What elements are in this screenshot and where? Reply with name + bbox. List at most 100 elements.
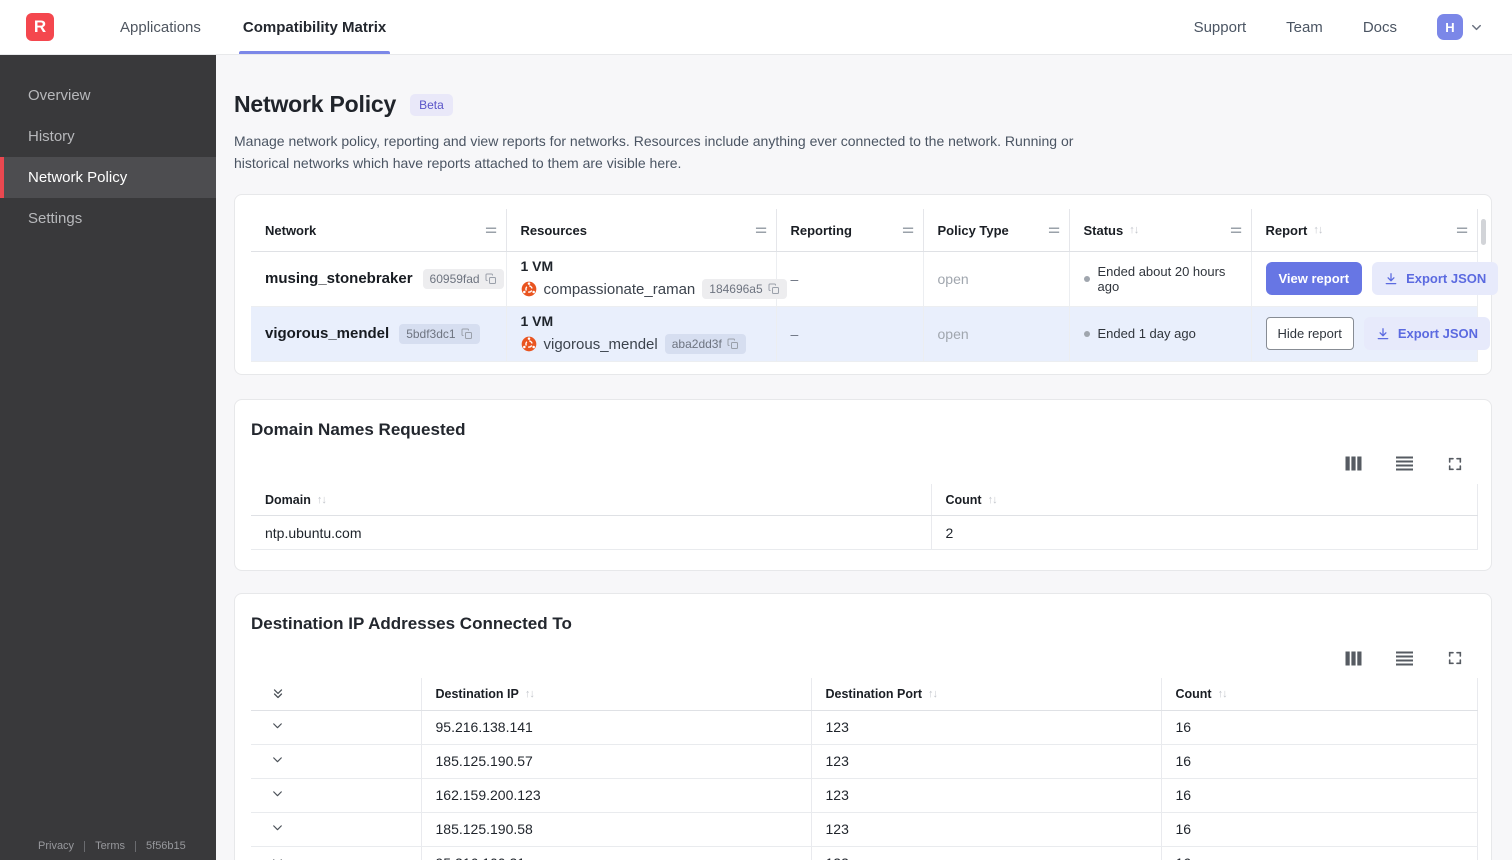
col-header-policy-type[interactable]: Policy Type = — [923, 209, 1070, 252]
sort-icon[interactable]: ↑↓ — [988, 494, 998, 506]
vm-hash-badge: aba2dd3f — [664, 334, 746, 355]
expand-row-chevron-icon[interactable] — [265, 753, 284, 766]
col-header-reporting[interactable]: Reporting = — [776, 209, 924, 252]
export-json-button[interactable]: Export JSON — [1363, 317, 1490, 351]
sidebar-item-network-policy[interactable]: Network Policy — [0, 157, 216, 198]
status-dot — [1083, 275, 1090, 282]
table-scrollbar[interactable] — [1481, 219, 1486, 246]
copy-icon[interactable] — [768, 283, 780, 295]
col-header-report[interactable]: Report ↑↓ = — [1251, 209, 1478, 252]
drag-handle-icon[interactable]: = — [902, 222, 914, 238]
domains-toolbar — [251, 456, 1475, 472]
drag-handle-icon[interactable]: = — [485, 222, 497, 238]
double-chevron-down-icon[interactable] — [265, 687, 285, 701]
hash-text: aba2dd3f — [671, 337, 722, 352]
drag-handle-icon[interactable]: = — [755, 222, 767, 238]
column-label: Domain — [265, 492, 311, 507]
hide-report-button[interactable]: Hide report — [1265, 317, 1354, 351]
col-header-count[interactable]: Count ↑↓ — [1161, 678, 1478, 711]
expand-row-chevron-icon[interactable] — [265, 855, 284, 860]
expand-row-chevron-icon[interactable] — [265, 787, 284, 800]
destinations-toolbar — [251, 650, 1475, 666]
drag-handle-icon[interactable]: = — [1048, 222, 1060, 238]
column-label: Status — [1083, 222, 1124, 238]
export-json-button[interactable]: Export JSON — [1372, 262, 1499, 296]
fullscreen-icon[interactable] — [1447, 456, 1463, 472]
team-link[interactable]: Team — [1286, 19, 1323, 36]
terms-link[interactable]: Terms — [95, 840, 125, 852]
tab-compatibility-matrix[interactable]: Compatibility Matrix — [238, 0, 391, 54]
expand-row-chevron-icon[interactable] — [265, 821, 284, 834]
footer-divider — [135, 840, 137, 852]
docs-link[interactable]: Docs — [1363, 19, 1397, 36]
sidebar: Overview History Network Policy Settings… — [0, 55, 216, 860]
app-logo[interactable]: R — [26, 13, 54, 41]
view-report-button[interactable]: View report — [1265, 262, 1363, 296]
privacy-link[interactable]: Privacy — [38, 840, 74, 852]
destination-port-value: 123 — [811, 710, 1162, 745]
destination-row[interactable]: 95.216.100.21 123 16 — [251, 846, 1478, 860]
sidebar-item-history[interactable]: History — [0, 116, 216, 157]
sort-icon[interactable]: ↑↓ — [1218, 688, 1228, 700]
navbar-tabs: Applications Compatibility Matrix — [116, 0, 424, 54]
drag-handle-icon[interactable]: = — [1230, 222, 1242, 238]
policy-type-value: open — [923, 306, 1070, 362]
fullscreen-icon[interactable] — [1447, 650, 1463, 666]
copy-icon[interactable] — [727, 338, 739, 350]
destination-ip-value: 95.216.100.21 — [421, 846, 812, 860]
col-header-count[interactable]: Count ↑↓ — [931, 483, 1478, 517]
network-row[interactable]: vigorous_mendel 5bdf3dc1 1 VM vigorous_m… — [251, 306, 1490, 362]
chevron-down-icon[interactable] — [1469, 20, 1484, 35]
sort-icon[interactable]: ↑↓ — [525, 688, 535, 700]
page-description: Manage network policy, reporting and vie… — [234, 133, 1074, 171]
main-content: Network Policy Beta Manage network polic… — [216, 55, 1512, 860]
sidebar-item-settings[interactable]: Settings — [0, 198, 216, 239]
col-header-domain[interactable]: Domain ↑↓ — [251, 483, 932, 517]
destination-row[interactable]: 95.216.138.141 123 16 — [251, 710, 1478, 745]
destination-row[interactable]: 185.125.190.58 123 16 — [251, 812, 1478, 847]
networks-card: Network = Resources = Reporting = Policy… — [234, 194, 1499, 375]
vm-name: compassionate_raman — [543, 280, 696, 298]
policy-type-value: open — [923, 251, 1070, 307]
col-header-destination-port[interactable]: Destination Port ↑↓ — [811, 678, 1162, 711]
reporting-value: – — [776, 251, 924, 307]
col-header-resources[interactable]: Resources = — [506, 209, 777, 252]
col-header-expand-all[interactable] — [251, 678, 422, 711]
rows-icon[interactable] — [1396, 651, 1413, 666]
destination-row[interactable]: 162.159.200.123 123 16 — [251, 778, 1478, 813]
reporting-value: – — [776, 306, 924, 362]
col-header-destination-ip[interactable]: Destination IP ↑↓ — [421, 678, 812, 711]
expand-row-chevron-icon[interactable] — [265, 719, 284, 732]
col-header-status[interactable]: Status ↑↓ = — [1069, 209, 1252, 252]
page-title: Network Policy — [234, 91, 397, 117]
column-label: Count — [945, 492, 982, 507]
export-json-label: Export JSON — [1406, 271, 1487, 287]
support-link[interactable]: Support — [1194, 19, 1247, 36]
column-label: Destination Port — [825, 687, 923, 702]
network-row[interactable]: musing_stonebraker 60959fad 1 VM compass… — [251, 251, 1499, 307]
user-menu[interactable]: H — [1437, 14, 1484, 40]
columns-icon[interactable] — [1345, 456, 1362, 471]
domains-table: Domain ↑↓ Count ↑↓ ntp.ubuntu.com 2 — [251, 483, 1478, 551]
sort-icon[interactable]: ↑↓ — [1313, 224, 1323, 236]
copy-icon[interactable] — [485, 273, 497, 285]
domain-row[interactable]: ntp.ubuntu.com 2 — [251, 515, 1478, 551]
domains-card: Domain Names Requested Domain ↑↓ Count ↑… — [234, 398, 1492, 572]
drag-handle-icon[interactable]: = — [1456, 222, 1468, 238]
tab-applications[interactable]: Applications — [116, 0, 205, 54]
columns-icon[interactable] — [1345, 651, 1362, 666]
beta-badge: Beta — [410, 93, 453, 116]
destination-row[interactable]: 185.125.190.57 123 16 — [251, 744, 1478, 779]
sort-icon[interactable]: ↑↓ — [1129, 224, 1139, 236]
copy-icon[interactable] — [461, 328, 473, 340]
destinations-card-title: Destination IP Addresses Connected To — [251, 614, 572, 634]
rows-icon[interactable] — [1396, 456, 1413, 471]
sort-icon[interactable]: ↑↓ — [317, 494, 327, 506]
col-header-network[interactable]: Network = — [251, 209, 507, 252]
column-label: Reporting — [790, 222, 852, 238]
vm-count: 1 VM — [520, 258, 554, 275]
column-label: Report — [1265, 222, 1308, 238]
sidebar-item-overview[interactable]: Overview — [0, 75, 216, 116]
sort-icon[interactable]: ↑↓ — [928, 688, 938, 700]
avatar[interactable]: H — [1437, 14, 1463, 40]
